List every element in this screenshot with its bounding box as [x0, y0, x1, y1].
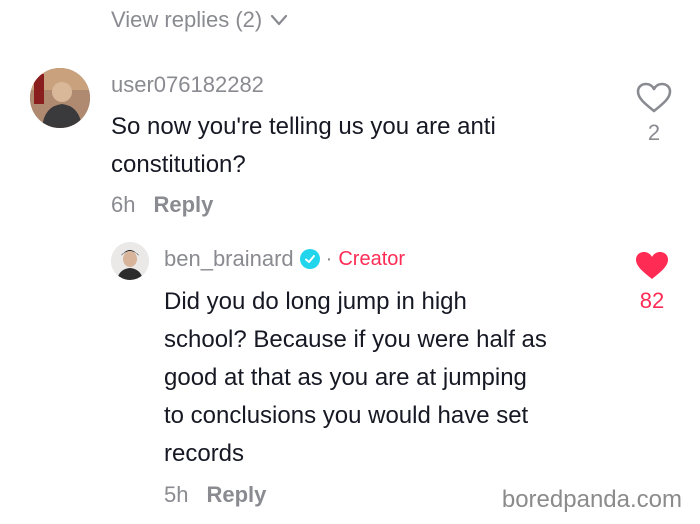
creator-header: ben_brainard · Creator	[164, 246, 405, 272]
user-avatar-image	[30, 68, 90, 128]
reply-button[interactable]: Reply	[153, 192, 213, 218]
like-control[interactable]: 2	[636, 82, 672, 146]
comment-username[interactable]: ben_brainard	[164, 246, 294, 272]
comment-text-line: good at that as you are at jumping	[164, 364, 527, 391]
comment-text: So now you're telling us you are anti co…	[111, 108, 496, 184]
view-replies-label: View replies (2)	[111, 7, 263, 32]
like-count: 2	[647, 120, 661, 145]
comment-meta: 6h Reply	[111, 192, 213, 218]
comment-text-line: records	[164, 440, 245, 467]
comment-text-line: Did you do long jump in high	[164, 288, 467, 315]
comment-text-line: to conclusions you would have set	[164, 402, 529, 429]
creator-avatar-image	[111, 242, 149, 280]
heart-filled-icon[interactable]	[634, 250, 670, 282]
verified-badge-icon	[299, 249, 320, 269]
chevron-down-icon	[271, 14, 288, 26]
like-control[interactable]: 82	[634, 250, 670, 314]
comment-text-line: school? Because if you were half as	[164, 326, 547, 353]
comment-text-line: constitution?	[111, 151, 246, 178]
comment-text: Did you do long jump in high school? Bec…	[164, 283, 547, 473]
comment-time: 6h	[111, 192, 136, 217]
avatar[interactable]	[30, 68, 90, 128]
reply-button[interactable]: Reply	[206, 482, 266, 508]
comment-username[interactable]: user076182282	[111, 72, 264, 98]
comment-time: 5h	[164, 482, 189, 507]
watermark: boredpanda.com	[501, 486, 682, 513]
view-replies-button[interactable]: View replies (2)	[111, 7, 288, 33]
separator-dot: ·	[325, 247, 333, 270]
heart-outline-icon[interactable]	[636, 82, 672, 114]
like-count: 82	[639, 288, 665, 313]
creator-badge: Creator	[338, 247, 406, 270]
comment-meta: 5h Reply	[164, 482, 266, 508]
comment-text-line: So now you're telling us you are anti	[111, 113, 496, 140]
avatar[interactable]	[111, 242, 149, 280]
